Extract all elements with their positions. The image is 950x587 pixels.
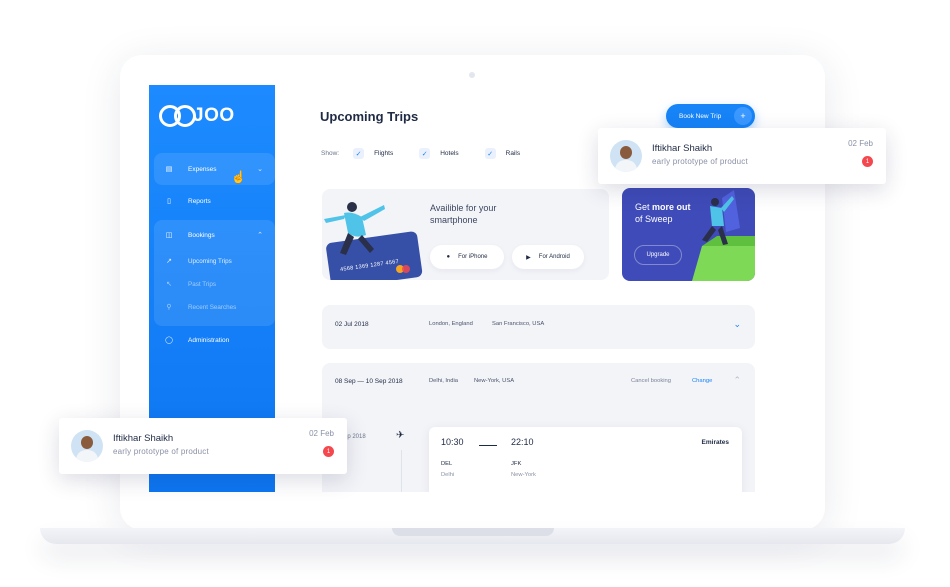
arrival-time: 22:10 (511, 437, 534, 447)
iphone-button-label: For iPhone (458, 254, 488, 260)
upsell-suffix: of Sweep (635, 214, 673, 224)
android-button-label: For Android (538, 254, 570, 260)
timeline-line (401, 450, 402, 492)
plus-icon: + (734, 107, 752, 125)
upsell-prefix: Get (635, 202, 650, 212)
avatar (610, 140, 642, 172)
file-icon: ▤ (165, 166, 173, 173)
app-logo[interactable]: JOO (159, 105, 235, 127)
filter-label: Show: (321, 150, 340, 157)
flight-date: ep 2018 (344, 434, 366, 440)
filter-bar: Show: ✓ Flights ✓ Hotels ✓ Rails (321, 148, 546, 159)
avatar (71, 430, 103, 462)
checkbox-hotels[interactable]: ✓ (419, 148, 431, 159)
shield-icon: ◯ (165, 337, 173, 344)
sidebar-item-label: Recent Searches (188, 303, 237, 311)
device-notch (392, 528, 554, 536)
notification-date: 02 Feb (309, 429, 334, 438)
upgrade-button[interactable]: Upgrade (634, 245, 682, 265)
trip-date: 02 Jul 2018 (335, 321, 369, 328)
chevron-down-icon: ⌄ (257, 166, 263, 173)
book-button-label: Book New Trip (679, 112, 722, 120)
upsell-text: Get more out of Sweep (635, 201, 691, 225)
mobile-app-promo: 4568 1369 1287 4567 Availible for your s… (322, 189, 609, 280)
mouse-cursor-icon: ☝ (231, 170, 246, 184)
sidebar-item-recent-searches[interactable]: ⚲ Recent Searches (154, 296, 275, 318)
notification-badge: 1 (323, 446, 334, 457)
notification-message: early prototype of product (652, 157, 748, 166)
logo-text: JOO (193, 105, 235, 126)
notification-sender: Iftikhar Shaikh (652, 143, 713, 154)
upsell-highlight: more out (652, 202, 691, 212)
chevron-up-icon[interactable]: ⌃ (733, 375, 741, 386)
sidebar-item-bookings[interactable]: ◫ Bookings ⌃ (154, 224, 275, 246)
trip-destination: San Francisco, USA (492, 321, 545, 327)
checkbox-rails[interactable]: ✓ (484, 148, 496, 159)
notification-card[interactable]: Iftikhar Shaikh early prototype of produ… (598, 128, 886, 184)
sidebar-item-past-trips[interactable]: ↖ Past Trips (154, 273, 275, 295)
trip-origin: London, England (429, 321, 473, 327)
chevron-down-icon[interactable]: ⌄ (733, 319, 741, 330)
apple-icon: ● (446, 254, 451, 260)
sidebar-item-label: Past Trips (188, 280, 216, 288)
sidebar-item-expenses[interactable]: ▤ Expenses ⌄ (154, 158, 275, 180)
arrow-up-left-icon: ↖ (166, 281, 172, 288)
sidebar-item-label: Upcoming Trips (188, 257, 232, 265)
airplane-icon: ✈ (396, 430, 405, 441)
notification-card[interactable]: Iftikhar Shaikh early prototype of produ… (59, 418, 347, 474)
checkbox-flights[interactable]: ✓ (353, 148, 365, 159)
destination-city: New-York (511, 472, 536, 478)
flight-detail-card[interactable]: 10:30 22:10 Emirates DEL Delhi JFK New-Y… (429, 427, 742, 492)
notification-date: 02 Feb (848, 139, 873, 148)
sidebar-item-administration[interactable]: ◯ Administration (154, 329, 275, 351)
notification-sender: Iftikhar Shaikh (113, 433, 174, 444)
destination-code: JFK (511, 461, 522, 467)
trip-card[interactable]: 02 Jul 2018 London, England San Francisc… (322, 305, 755, 349)
iphone-button[interactable]: ● For iPhone (430, 245, 504, 269)
origin-city: Delhi (441, 472, 455, 478)
sidebar-item-label: Expenses (188, 165, 217, 173)
android-button[interactable]: ▶ For Android (512, 245, 584, 269)
upgrade-banner: Get more out of Sweep Upgrade (622, 188, 755, 281)
filter-option-flights: Flights (374, 150, 394, 157)
sidebar-item-label: Bookings (188, 231, 215, 239)
departure-time: 10:30 (441, 437, 464, 447)
change-link[interactable]: Change (692, 378, 712, 384)
sidebar-item-reports[interactable]: ▯ Reports (154, 190, 275, 212)
sidebar-item-upcoming-trips[interactable]: ↗ Upcoming Trips (154, 250, 275, 272)
briefcase-icon: ◫ (165, 232, 173, 239)
page-title: Upcoming Trips (320, 109, 419, 124)
search-icon: ⚲ (166, 304, 172, 311)
sidebar-item-label: Administration (188, 336, 230, 344)
book-new-trip-button[interactable]: Book New Trip + (666, 104, 755, 128)
camera-dot (469, 72, 475, 78)
trip-origin: Delhi, India (429, 378, 459, 384)
origin-code: DEL (441, 461, 453, 467)
chevron-up-icon: ⌃ (257, 232, 263, 239)
document-icon: ▯ (167, 198, 171, 205)
filter-option-rails: Rails (505, 150, 521, 157)
notification-message: early prototype of product (113, 447, 209, 456)
arrow-up-right-icon: ↗ (166, 258, 172, 265)
sidebar-item-label: Reports (188, 197, 211, 205)
google-play-icon: ▶ (526, 254, 531, 261)
trip-date: 08 Sep — 10 Sep 2018 (335, 378, 403, 385)
airline-name: Emirates (701, 439, 729, 446)
notification-badge: 1 (862, 156, 873, 167)
promo-text: Availible for your smartphone (430, 203, 497, 225)
trip-destination: New-York, USA (474, 378, 515, 384)
flight-arrow (479, 445, 497, 446)
cancel-booking-link[interactable]: Cancel booking (631, 378, 671, 384)
filter-option-hotels: Hotels (440, 150, 459, 157)
